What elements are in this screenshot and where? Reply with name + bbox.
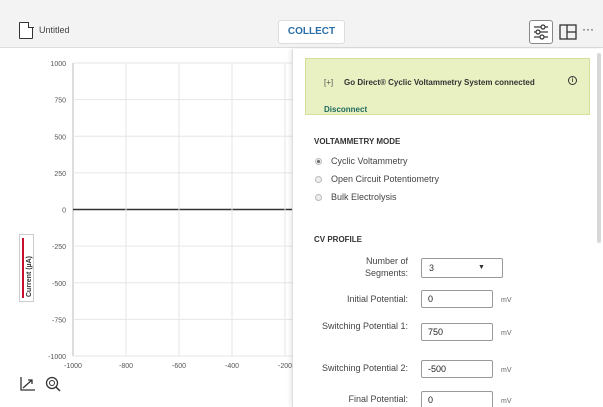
unit-label: mV — [501, 398, 512, 405]
radio-button[interactable] — [315, 176, 322, 183]
voltammetry-mode-title: VOLTAMMETRY MODE — [314, 137, 401, 146]
graph-area[interactable]: 1000 750 500 250 0 -250 -500 -750 -1000 -1000 -800… — [0, 49, 292, 407]
x-tick-label: -400 — [225, 363, 239, 370]
connection-status-text: Go Direct® Cyclic Voltammetry System con… — [344, 78, 535, 87]
initial-potential-label: Initial Potential: — [346, 294, 408, 304]
segments-value: 3 — [429, 263, 435, 273]
segments-label: Number of Segments: — [364, 256, 408, 278]
radio-label: Cyclic Voltammetry — [331, 156, 408, 166]
layout-icon[interactable] — [559, 24, 577, 40]
switching-potential-2-label: Switching Potential 2: — [321, 363, 408, 373]
initial-potential-input[interactable]: 0 — [421, 290, 493, 308]
collect-button[interactable]: COLLECT — [278, 20, 345, 44]
info-icon[interactable]: i — [568, 76, 577, 85]
radio-button[interactable] — [315, 158, 322, 165]
final-potential-label: Final Potential: — [348, 394, 408, 404]
current-vs-potential-graph[interactable]: 1000 750 500 250 0 -250 -500 -750 -1000 -1000 -800… — [0, 49, 292, 407]
disconnect-link[interactable]: Disconnect — [324, 105, 367, 114]
y-axis-label-box[interactable]: Current (µA) — [19, 234, 34, 302]
radio-label: Open Circuit Potentiometry — [331, 174, 440, 184]
banner-expand-toggle[interactable]: [+] — [324, 78, 333, 87]
switching-potential-2-input[interactable]: -500 — [421, 360, 493, 378]
x-tick-label: -1000 — [64, 363, 82, 370]
radio-label: Bulk Electrolysis — [331, 192, 397, 202]
unit-label: mV — [501, 297, 512, 304]
settings-panel: [+] Go Direct® Cyclic Voltammetry System… — [292, 49, 603, 407]
y-tick-label: -1000 — [48, 354, 66, 361]
panel-scrollbar[interactable] — [597, 53, 601, 243]
y-axis-label: Current (µA) — [26, 256, 33, 297]
file-icon[interactable] — [19, 21, 34, 39]
y-tick-label: -500 — [52, 281, 66, 288]
switching-potential-1-label: Switching Potential 1: — [321, 321, 408, 331]
y-tick-label: -250 — [52, 244, 66, 251]
graph-tools-icon[interactable] — [18, 375, 38, 393]
cv-profile-title: CV PROFILE — [314, 235, 363, 244]
y-tick-label: 750 — [54, 98, 66, 105]
y-tick-label: 500 — [54, 134, 66, 141]
x-tick-label: -800 — [119, 363, 133, 370]
final-potential-input[interactable]: 0 — [421, 391, 493, 407]
y-tick-label: 0 — [62, 208, 66, 215]
dropdown-arrow-icon: ▼ — [478, 264, 485, 271]
x-tick-label: -600 — [172, 363, 186, 370]
unit-label: mV — [501, 330, 512, 337]
radio-button[interactable] — [315, 194, 322, 201]
more-options-icon[interactable]: ··· — [582, 23, 602, 40]
unit-label: mV — [501, 367, 512, 374]
zoom-icon[interactable] — [44, 375, 64, 393]
file-title[interactable]: Untitled — [39, 25, 70, 35]
y-tick-label: -750 — [52, 317, 66, 324]
top-bar: Untitled COLLECT ··· — [0, 0, 603, 48]
y-tick-label: 250 — [54, 171, 66, 178]
y-tick-label: 1000 — [50, 61, 66, 68]
connection-banner: [+] Go Direct® Cyclic Voltammetry System… — [305, 58, 590, 115]
switching-potential-1-input[interactable]: 750 — [421, 323, 493, 341]
sliders-icon[interactable] — [529, 20, 553, 44]
x-tick-label: -200 — [278, 363, 292, 370]
series-color-marker — [22, 238, 24, 298]
segments-select[interactable]: 3 ▼ — [421, 258, 503, 278]
